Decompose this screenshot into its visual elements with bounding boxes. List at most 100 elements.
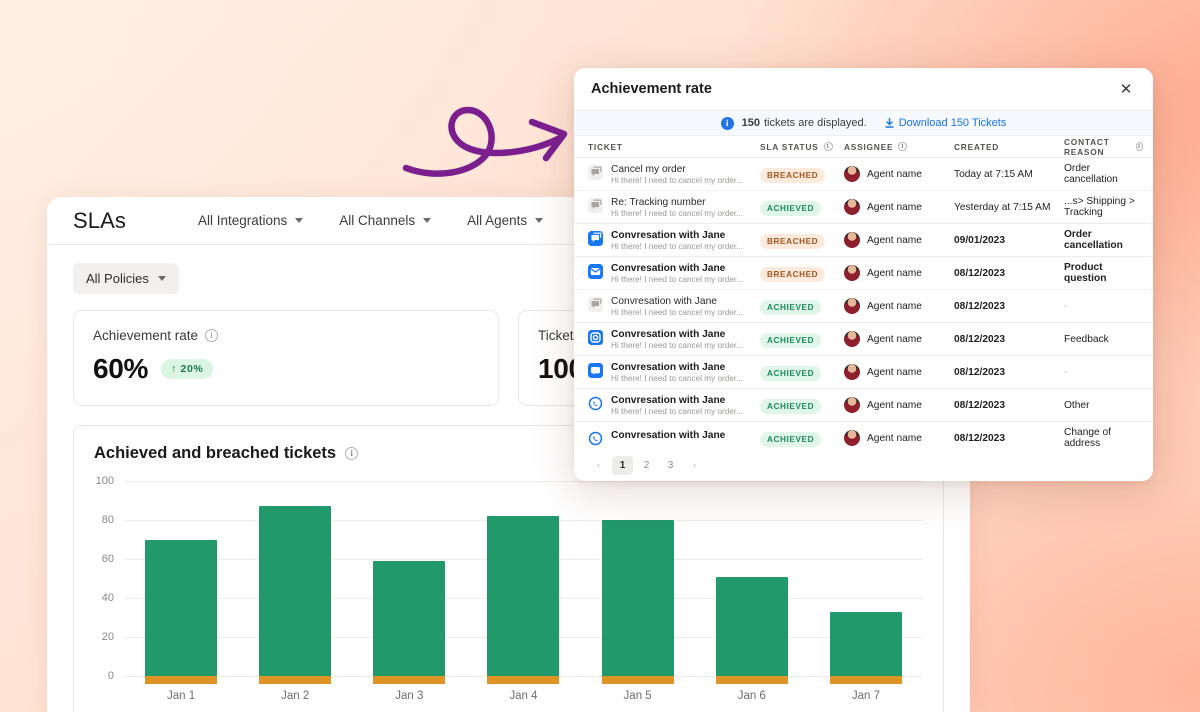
pagination-next[interactable]: ›	[684, 456, 705, 475]
info-icon[interactable]: i	[823, 142, 833, 151]
bar-breached[interactable]	[373, 676, 446, 684]
download-label: Download 150 Tickets	[898, 117, 1007, 129]
download-tickets-link[interactable]: Download 150 Tickets	[885, 117, 1007, 129]
bar-achieved[interactable]	[601, 520, 674, 676]
bar-column[interactable]: Jan 4	[466, 481, 580, 702]
instagram-icon-blue	[588, 329, 603, 345]
bar-column[interactable]: Jan 5	[581, 481, 695, 702]
contact-reason-cell: Other	[1064, 399, 1090, 411]
assignee-name: Agent name	[867, 399, 922, 411]
bar-breached[interactable]	[601, 676, 674, 684]
status-badge: ACHIEVED	[760, 300, 822, 315]
contact-reason-cell: -	[1064, 300, 1068, 312]
ticket-cell[interactable]: Convresation with Jane	[588, 430, 760, 446]
whatsapp-icon-blue	[588, 395, 603, 411]
status-badge: ACHIEVED	[760, 201, 822, 216]
table-row[interactable]: Convresation with Jane Hi there! I need t…	[574, 290, 1153, 323]
ticket-cell[interactable]: Convresation with Jane Hi there! I need t…	[588, 230, 760, 251]
assignee-name: Agent name	[867, 432, 922, 444]
table-row[interactable]: Convresation with Jane Hi there! I need t…	[574, 356, 1153, 389]
download-icon	[885, 118, 894, 128]
ticket-cell[interactable]: Convresation with Jane Hi there! I need t…	[588, 329, 760, 350]
bar-column[interactable]: Jan 3	[352, 481, 466, 702]
x-axis-tick-label: Jan 5	[623, 690, 652, 702]
info-icon[interactable]: i	[345, 447, 359, 460]
bar-column[interactable]: Jan 1	[124, 481, 238, 702]
table-row[interactable]: Convresation with Jane Hi there! I need t…	[574, 323, 1153, 356]
ticket-cell[interactable]: Convresation with Jane Hi there! I need t…	[588, 362, 760, 383]
table-row[interactable]: Cancel my order Hi there! I need to cance…	[574, 158, 1153, 191]
bar-column[interactable]: Jan 7	[809, 481, 923, 702]
pagination-prev[interactable]: ‹	[588, 456, 609, 475]
column-header: CONTACT REASON i	[1064, 137, 1143, 157]
ticket-cell[interactable]: Convresation with Jane Hi there! I need t…	[588, 296, 760, 317]
ticket-preview: Hi there! I need to cancel my order...	[611, 406, 743, 416]
filter-all-agents[interactable]: All Agents	[467, 213, 544, 228]
ticket-cell[interactable]: Convresation with Jane Hi there! I need t…	[588, 263, 760, 284]
ticket-count-text: tickets are displayed.	[764, 117, 867, 129]
bar-achieved[interactable]	[259, 506, 332, 676]
info-icon[interactable]: i	[1135, 142, 1143, 151]
info-icon[interactable]: i	[898, 142, 908, 151]
ticket-cell[interactable]: Cancel my order Hi there! I need to cance…	[588, 164, 760, 185]
bar-achieved[interactable]	[829, 611, 902, 676]
ticket-cell[interactable]: Re: Tracking number Hi there! I need to c…	[588, 197, 760, 218]
table-row[interactable]: Convresation with Jane Hi there! I need t…	[574, 389, 1153, 422]
assignee-cell: Agent name	[844, 166, 954, 182]
avatar	[844, 364, 860, 380]
table-row[interactable]: Convresation with Jane Hi there! I need t…	[574, 257, 1153, 290]
bar-column[interactable]: Jan 2	[238, 481, 352, 702]
ticket-preview: Hi there! I need to cancel my order...	[611, 373, 743, 383]
x-axis-tick-label: Jan 2	[281, 690, 310, 702]
ticket-title: Convresation with Jane	[611, 430, 726, 441]
bar-breached[interactable]	[145, 676, 218, 684]
kpi-delta-value: 20%	[180, 363, 204, 375]
y-axis-tick-label: 40	[101, 592, 114, 604]
bar-achieved[interactable]	[715, 576, 788, 676]
ticket-text: Re: Tracking number Hi there! I need to c…	[611, 197, 743, 218]
bar-breached[interactable]	[715, 676, 788, 684]
bar-achieved[interactable]	[373, 560, 446, 676]
close-icon[interactable]: ✕	[1116, 79, 1136, 99]
page-title: SLAs	[73, 207, 126, 233]
info-icon: i	[720, 116, 734, 130]
table-row[interactable]: Convresation with Jane ACHIEVED Agent name…	[574, 422, 1153, 449]
filter-bar: All Integrations All Channels All Agents…	[198, 213, 588, 228]
assignee-cell: Agent name	[844, 199, 954, 215]
table-row[interactable]: Re: Tracking number Hi there! I need to c…	[574, 191, 1153, 224]
avatar	[844, 430, 860, 446]
ticket-preview: Hi there! I need to cancel my order...	[611, 274, 743, 284]
ticket-text: Convresation with Jane Hi there! I need t…	[611, 263, 743, 284]
created-cell: Today at 7:15 AM	[954, 168, 1033, 180]
y-axis-tick-label: 100	[95, 475, 114, 487]
ticket-title: Convresation with Jane	[611, 295, 717, 307]
filter-all-channels[interactable]: All Channels	[339, 213, 432, 228]
info-icon[interactable]: i	[205, 329, 219, 342]
chart-title-text: Achieved and breached tickets	[94, 444, 337, 462]
pagination-page-3[interactable]: 3	[660, 456, 681, 475]
ticket-text: Convresation with Jane Hi there! I need t…	[611, 230, 743, 251]
whatsapp-icon-blue	[588, 431, 603, 446]
bar-breached[interactable]	[829, 676, 902, 684]
pagination-page-2[interactable]: 2	[636, 456, 657, 475]
bar-breached[interactable]	[487, 676, 560, 684]
status-badge: ACHIEVED	[760, 333, 822, 348]
assignee-cell: Agent name	[844, 232, 954, 248]
kpi-delta-arrow: ↑	[171, 363, 178, 375]
pagination-page-1[interactable]: 1	[612, 455, 633, 475]
ticket-cell[interactable]: Convresation with Jane Hi there! I need t…	[588, 395, 760, 416]
bar-achieved[interactable]	[487, 516, 560, 676]
table-row[interactable]: Convresation with Jane Hi there! I need t…	[574, 224, 1153, 257]
filter-all-integrations[interactable]: All Integrations	[198, 213, 304, 228]
bar-breached[interactable]	[259, 676, 332, 684]
bar-achieved[interactable]	[145, 539, 218, 676]
policy-filter-button[interactable]: All Policies	[73, 263, 179, 294]
column-header-label: CONTACT REASON	[1064, 136, 1110, 157]
sla-status-cell: ACHIEVED	[760, 297, 844, 315]
ticket-text: Convresation with Jane Hi there! I need t…	[611, 329, 743, 350]
assignee-name: Agent name	[867, 366, 922, 378]
chat-icon-gray	[588, 296, 603, 312]
policy-filter-label: All Policies	[86, 271, 149, 286]
status-badge: ACHIEVED	[760, 432, 822, 447]
bar-column[interactable]: Jan 6	[695, 481, 809, 702]
